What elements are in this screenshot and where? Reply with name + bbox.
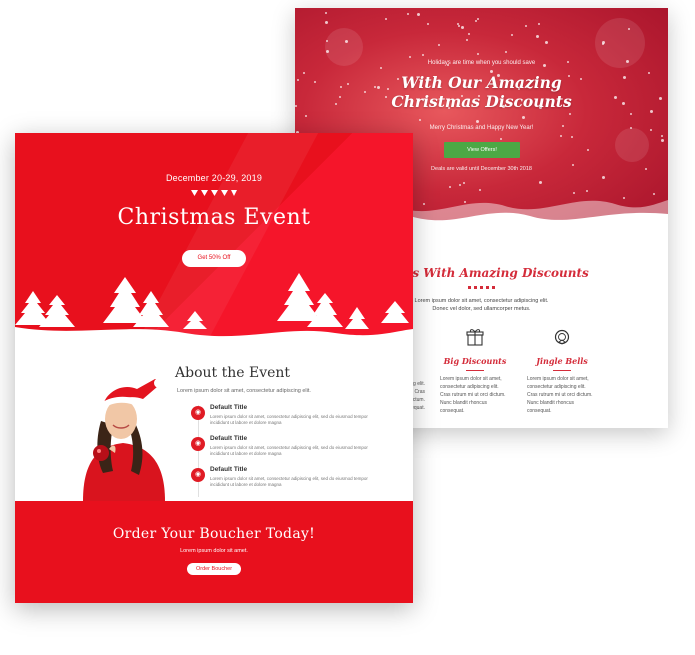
order-footer-section: Order Your Boucher Today! Lorem ipsum do… bbox=[15, 501, 413, 603]
timeline-item: ◉ Default Title Lorem ipsum dolor sit am… bbox=[191, 466, 391, 494]
camera-icon: ◉ bbox=[191, 468, 205, 482]
camera-icon: ◉ bbox=[191, 437, 205, 451]
snow-dot bbox=[525, 25, 527, 27]
feature-title: Big Discounts bbox=[443, 356, 507, 366]
snow-dot bbox=[417, 13, 420, 16]
about-section-title: About the Event bbox=[175, 365, 291, 381]
snow-dot bbox=[505, 51, 507, 53]
hero-kicker: Holidays are time when you should save bbox=[427, 60, 536, 66]
snow-dot bbox=[560, 135, 562, 137]
snow-dot bbox=[385, 18, 387, 20]
footer-subtitle: Lorem ipsum dolor sit amet. bbox=[180, 548, 248, 554]
feature-jingle-bells: Jingle Bells Lorem ipsum dolor sit amet,… bbox=[527, 328, 597, 415]
snow-dot bbox=[602, 43, 604, 45]
wreath-icon bbox=[554, 329, 570, 345]
timeline-item-desc: Lorem ipsum dolor sit amet, consectetur … bbox=[210, 476, 368, 487]
gifts-subtitle-line-1: Lorem ipsum dolor sit amet, consectetur … bbox=[414, 298, 549, 304]
snow-dot bbox=[449, 186, 451, 188]
snow-dot bbox=[477, 18, 479, 20]
snow-dot bbox=[380, 67, 382, 69]
snow-dot bbox=[536, 35, 539, 38]
hero-headline-line-1: With Our Amazing bbox=[401, 73, 562, 92]
snow-dot bbox=[475, 20, 477, 22]
event-date: December 20-29, 2019 bbox=[165, 173, 263, 183]
footer-title: Order Your Boucher Today! bbox=[112, 526, 316, 542]
snow-dot bbox=[466, 39, 468, 41]
timeline-item-title: Default Title bbox=[210, 404, 248, 411]
feature-title: Jingle Bells bbox=[536, 356, 588, 366]
camera-icon: ◉ bbox=[191, 406, 205, 420]
feature-big-discounts: Big Discounts Lorem ipsum dolor sit amet… bbox=[440, 328, 510, 415]
timeline-item: ◉ Default Title Lorem ipsum dolor sit am… bbox=[191, 435, 391, 463]
timeline-item-title: Default Title bbox=[210, 435, 248, 442]
hero-headline: With Our Amazing Christmas Discounts bbox=[295, 73, 668, 111]
snow-dot bbox=[500, 138, 502, 140]
timeline-item-desc: Lorem ipsum dolor sit amet, consectetur … bbox=[210, 445, 368, 456]
snow-dot bbox=[427, 23, 429, 25]
snow-dot bbox=[438, 44, 440, 46]
snow-dot bbox=[325, 12, 327, 14]
feature-divider bbox=[466, 370, 484, 371]
feature-divider bbox=[553, 370, 571, 371]
snow-dot bbox=[468, 33, 470, 35]
snow-dot bbox=[326, 40, 328, 42]
snow-dot bbox=[461, 26, 464, 29]
snow-dot bbox=[602, 176, 605, 179]
snow-dot bbox=[628, 28, 630, 30]
snow-dot bbox=[457, 23, 459, 25]
feature-text: Lorem ipsum dolor sit amet, consectetur … bbox=[527, 376, 593, 414]
snow-dot bbox=[587, 149, 589, 151]
snow-dot bbox=[463, 182, 465, 184]
event-title: Christmas Event bbox=[117, 205, 311, 230]
bokeh-light bbox=[615, 128, 649, 162]
timeline-item-desc: Lorem ipsum dolor sit amet, consectetur … bbox=[210, 414, 368, 425]
snow-dot bbox=[630, 113, 632, 115]
santa-girl-photo bbox=[83, 378, 165, 501]
snow-dot bbox=[538, 23, 540, 25]
timeline-item-title: Default Title bbox=[210, 466, 248, 473]
snow-dot bbox=[409, 56, 411, 58]
snow-dot bbox=[661, 135, 663, 137]
feature-text: Lorem ipsum dolor sit amet, consectetur … bbox=[440, 376, 506, 414]
snow-dot bbox=[419, 119, 421, 121]
about-section-subtitle: Lorem ipsum dolor sit amet, consectetur … bbox=[177, 388, 311, 394]
snow-dot bbox=[511, 34, 513, 36]
gifts-subtitle-line-2: Donec vel dolor, sed ullamcorper metus. bbox=[432, 306, 531, 312]
snow-dot bbox=[571, 136, 573, 138]
gift-icon bbox=[466, 329, 484, 346]
pine-trees-silhouette bbox=[15, 273, 413, 348]
snow-dot bbox=[539, 181, 542, 184]
snow-dot bbox=[476, 120, 479, 123]
candy-cane-divider bbox=[468, 286, 496, 289]
front-page-preview: December 20-29, 2019 Christmas Event Get… bbox=[15, 133, 413, 603]
triangle-ornament-icon bbox=[191, 190, 237, 196]
snow-dot bbox=[458, 25, 460, 27]
snow-dot bbox=[477, 53, 479, 55]
hero-headline-line-2: Christmas Discounts bbox=[391, 92, 572, 111]
snow-dot bbox=[326, 50, 329, 53]
snow-dot bbox=[407, 13, 409, 15]
timeline-item: ◉ Default Title Lorem ipsum dolor sit am… bbox=[191, 404, 391, 432]
front-hero-banner: December 20-29, 2019 Christmas Event Get… bbox=[15, 133, 413, 348]
snow-dot bbox=[661, 139, 664, 142]
snow-dot bbox=[305, 115, 307, 117]
snow-dot bbox=[545, 41, 548, 44]
gifts-section-subtitle: Lorem ipsum dolor sit amet, consectetur … bbox=[385, 297, 578, 313]
hero-greeting: Merry Christmas and Happy New Year! bbox=[429, 125, 534, 131]
snow-dot bbox=[345, 40, 348, 43]
snow-dot bbox=[325, 21, 328, 24]
snow-dot bbox=[569, 113, 571, 115]
snow-dot bbox=[422, 54, 424, 56]
snow-dot bbox=[459, 184, 461, 186]
view-offers-button[interactable]: View Offers! bbox=[444, 142, 520, 158]
snow-dot bbox=[522, 116, 525, 119]
order-boucher-button[interactable]: Order Boucher bbox=[187, 563, 241, 575]
